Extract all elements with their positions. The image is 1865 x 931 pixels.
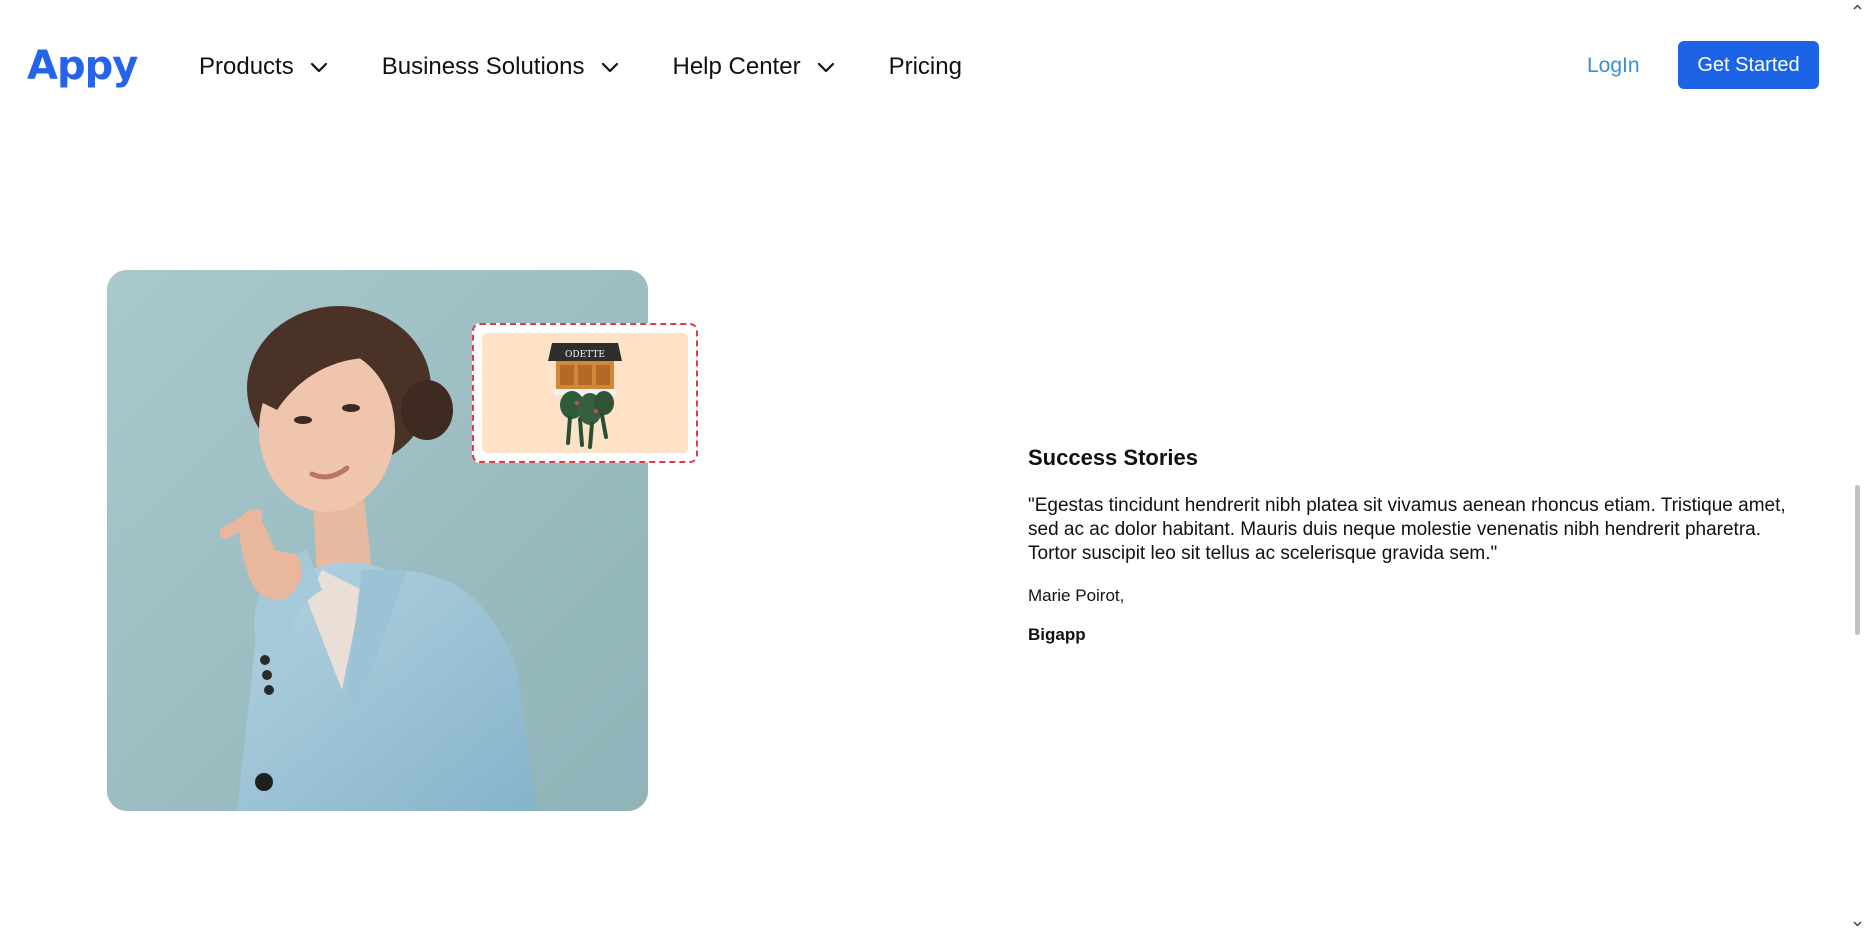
nav-item-label: Help Center: [672, 53, 801, 80]
chevron-down-icon: [310, 62, 327, 73]
chevron-down-icon: [817, 62, 834, 73]
storefront-illustration: ODETTE: [482, 333, 688, 453]
scroll-up-icon[interactable]: [1852, 2, 1863, 13]
nav-item-label: Business Solutions: [381, 53, 585, 80]
testimonial-company: Bigapp: [1028, 624, 1086, 644]
logo[interactable]: Appy: [27, 46, 138, 86]
nav-item-label: Products: [199, 53, 294, 80]
scrollbar-thumb[interactable]: [1855, 485, 1860, 635]
login-link[interactable]: LogIn: [1587, 55, 1640, 76]
nav-item-label: Pricing: [888, 53, 962, 80]
top-navigation: Appy Products Business Solutions Help Ce…: [0, 0, 1865, 140]
nav-item-help-center[interactable]: Help Center: [673, 55, 837, 79]
landing-page: Appy Products Business Solutions Help Ce…: [0, 0, 1865, 931]
main-menu: Products Business Solutions Help Center …: [199, 55, 962, 79]
nav-item-business-solutions[interactable]: Business Solutions: [382, 55, 621, 79]
nav-item-products[interactable]: Products: [199, 55, 330, 79]
chevron-down-icon: [601, 62, 618, 73]
get-started-button[interactable]: Get Started: [1678, 41, 1819, 89]
shop-thumbnail-image: ODETTE: [482, 333, 688, 453]
shop-sign: ODETTE: [565, 350, 605, 360]
section-title: Success Stories: [1028, 445, 1198, 470]
testimonial-quote: "Egestas tincidunt hendrerit nibh platea…: [1028, 495, 1786, 565]
testimonial-author: Marie Poirot,: [1028, 586, 1125, 606]
shop-thumbnail-card[interactable]: ODETTE: [472, 323, 698, 463]
nav-item-pricing[interactable]: Pricing: [889, 55, 962, 79]
scroll-down-icon[interactable]: [1852, 918, 1863, 929]
testimonial: Success Stories "Egestas tincidunt hendr…: [1028, 445, 1798, 645]
vertical-scrollbar[interactable]: [1850, 0, 1865, 931]
